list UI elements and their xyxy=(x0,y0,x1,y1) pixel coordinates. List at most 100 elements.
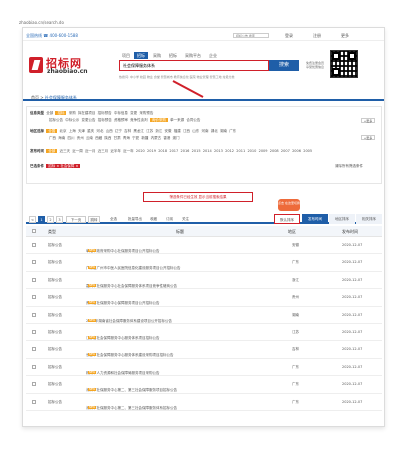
region-option-selected[interactable]: 全国 xyxy=(46,129,58,133)
region-option[interactable]: 宁夏 xyxy=(132,136,139,140)
more-link[interactable]: 更多 xyxy=(341,33,349,39)
time-option[interactable]: 2010 xyxy=(247,149,256,153)
region-option[interactable]: 重庆 xyxy=(87,129,94,133)
filter-option[interactable]: 采购 xyxy=(69,111,76,115)
time-option[interactable]: 2005 xyxy=(303,149,312,153)
selected-condition-tag[interactable]: 招标 × 社会保障 × xyxy=(46,164,81,168)
time-option[interactable]: 2007 xyxy=(281,149,290,153)
row-title[interactable]: 2021年湖南省社会保障服务体系建设项目公开招标公告 xyxy=(86,319,172,324)
row-checkbox[interactable] xyxy=(32,399,36,404)
filter-sub-option[interactable]: 招标预告 xyxy=(98,118,112,122)
region-option[interactable]: 福建 xyxy=(174,129,181,133)
region-option[interactable]: 山西 xyxy=(106,129,113,133)
table-row[interactable]: 招标公告 2021年湖南省社会保障服务体系建设项目公开招标公告 NEW 湖南 2020-… xyxy=(26,307,382,324)
tab-platform[interactable]: 采购平台 xyxy=(182,52,204,59)
goto-button[interactable]: 跳转 xyxy=(88,216,100,223)
region-option[interactable]: 湖南 xyxy=(220,129,227,133)
table-row[interactable]: 招标公告 珠海市人力资源和社会保障局服务项目采购公告 NEW 广东 2020-12-07 xyxy=(26,359,382,377)
region-option[interactable]: 安徽 xyxy=(165,129,172,133)
region-option[interactable]: 山东 xyxy=(192,129,199,133)
time-option[interactable]: 2016 xyxy=(181,149,190,153)
search-input[interactable] xyxy=(120,61,268,70)
subscribe-button[interactable]: 订阅 xyxy=(166,217,173,222)
time-option[interactable]: 近三天 xyxy=(59,149,70,153)
time-option[interactable]: 近一周 xyxy=(72,149,83,153)
select-all-checkbox[interactable]: 全选 xyxy=(110,217,117,222)
time-option[interactable]: 近半年 xyxy=(110,149,121,153)
row-checkbox[interactable] xyxy=(32,347,36,352)
table-row[interactable]: 招标公告 阜阳市政府采购中心社保服务项目公开招标公告 NEW 安徽 2020-12-07 xyxy=(26,237,382,255)
login-link[interactable]: 登录 xyxy=(285,33,293,39)
region-option[interactable]: 陕西 xyxy=(104,136,111,140)
filter-option[interactable]: 招标预告 xyxy=(98,111,112,115)
tab-bidding[interactable]: 招标 xyxy=(134,52,148,59)
header-checkbox[interactable] xyxy=(32,229,36,233)
region-option[interactable]: 吉林 xyxy=(124,129,131,133)
row-title[interactable]: 贵州省社保服务中心保障服务项目公开招标公告 xyxy=(86,301,160,306)
region-option[interactable]: 香港 xyxy=(163,136,170,140)
filter-option[interactable]: 拟在建项目 xyxy=(78,111,96,115)
next-page-button[interactable]: 下一页 xyxy=(66,216,86,223)
tab-company[interactable]: 企业 xyxy=(206,52,220,59)
time-option[interactable]: 2015 xyxy=(192,149,201,153)
sort-region-tab[interactable]: 地区排序 xyxy=(329,214,355,224)
region-option[interactable]: 海南 xyxy=(58,136,65,140)
filter-option[interactable]: 全部 xyxy=(46,111,53,115)
region-option[interactable]: 青海 xyxy=(123,136,130,140)
row-title[interactable]: 阜阳市政府采购中心社保服务项目公开招标公告 xyxy=(86,249,160,254)
region-option[interactable]: 贵州 xyxy=(77,136,84,140)
region-option[interactable]: 广东 xyxy=(229,129,236,133)
region-option[interactable]: 云南 xyxy=(86,136,93,140)
register-link[interactable]: 注册 xyxy=(313,33,321,39)
row-title[interactable]: 深圳市社保服务中心第二、第三社会保障服务项目招标公告 xyxy=(86,388,177,393)
filter-sub-option[interactable]: 竞争性谈判 xyxy=(130,118,148,122)
time-option[interactable]: 2019 xyxy=(147,149,156,153)
time-option[interactable]: 近三月 xyxy=(98,149,109,153)
table-row[interactable]: 招标公告 嘉兴市社保服务中心社会保障服务体系项目竞争性磋商公告 NEW 浙江 2020-… xyxy=(26,272,382,290)
region-option[interactable]: 河南 xyxy=(201,129,208,133)
site-logo[interactable]: 招标网 zhaobiao.cn xyxy=(29,55,88,79)
follow-button[interactable]: 关注 xyxy=(182,217,189,222)
row-title[interactable]: 嘉兴市社保服务中心社会保障服务体系项目竞争性磋商公告 xyxy=(86,284,177,289)
table-row[interactable]: 招标公告 江苏省社会保障服务中心服务体系项目招标公告 NEW 江苏 2020-12-07 xyxy=(26,324,382,342)
favorite-button[interactable]: 收藏 xyxy=(150,217,157,222)
region-option[interactable]: 黑龙江 xyxy=(133,129,144,133)
tab-purchase[interactable]: 采购 xyxy=(150,52,164,59)
region-option[interactable]: 辽宁 xyxy=(115,129,122,133)
filter-option[interactable]: 变更 xyxy=(130,111,137,115)
sort-date-tab[interactable]: 发布时间 xyxy=(302,214,328,224)
time-option[interactable]: 2017 xyxy=(169,149,178,153)
row-title[interactable]: 长春市社会保障服务中心服务体系建设采购项目招标公告 xyxy=(86,353,174,358)
row-title[interactable]: 江苏省社会保障服务中心服务体系项目招标公告 xyxy=(86,336,160,341)
row-title[interactable]: 广东省广州市中医人民医院信息化建设服务项目公开招标公告 xyxy=(86,266,181,271)
filter-sub-option[interactable]: 合同公告 xyxy=(186,118,200,122)
filter-option-selected[interactable]: 招标 xyxy=(55,111,67,115)
region-option[interactable]: 浙江 xyxy=(155,129,162,133)
time-option[interactable]: 2020 xyxy=(136,149,145,153)
time-option-selected[interactable]: 全部 xyxy=(46,149,58,153)
region-option[interactable]: 上海 xyxy=(69,129,76,133)
row-title[interactable]: 深圳市社保服务中心第二、第三社会保障服务体系招标公告 xyxy=(86,406,177,411)
table-row[interactable]: 招标公告 贵州省社保服务中心保障服务项目公开招标公告 NEW 贵州 2020-12-07 xyxy=(26,289,382,307)
table-row[interactable]: 招标公告 广东省广州市中医人民医院信息化建设服务项目公开招标公告 NEW 广东 2020… xyxy=(26,254,382,272)
row-checkbox[interactable] xyxy=(32,243,36,247)
row-checkbox[interactable] xyxy=(32,364,36,369)
region-option[interactable]: 内蒙古 xyxy=(151,136,162,140)
region-option[interactable]: 澳门 xyxy=(173,136,180,140)
row-checkbox[interactable] xyxy=(32,277,36,282)
page-3-button[interactable]: 3 xyxy=(56,216,63,223)
page-2-button[interactable]: 2 xyxy=(47,216,54,223)
time-option[interactable]: 2006 xyxy=(292,149,301,153)
time-option[interactable]: 近一年 xyxy=(123,149,134,153)
time-option[interactable]: 2012 xyxy=(225,149,234,153)
search-button[interactable]: 搜索 xyxy=(269,60,299,71)
region-option[interactable]: 广西 xyxy=(49,136,56,140)
mini-search-input[interactable] xyxy=(233,33,269,38)
time-option[interactable]: 近一月 xyxy=(85,149,96,153)
filter-sub-option[interactable]: 招标公告 xyxy=(49,118,63,122)
region-option[interactable]: 江西 xyxy=(183,129,190,133)
region-option[interactable]: 甘肃 xyxy=(114,136,121,140)
region-option[interactable]: 湖北 xyxy=(211,129,218,133)
sort-relevance-tab[interactable]: 相关排序 xyxy=(356,214,382,224)
time-option[interactable]: 2013 xyxy=(214,149,223,153)
